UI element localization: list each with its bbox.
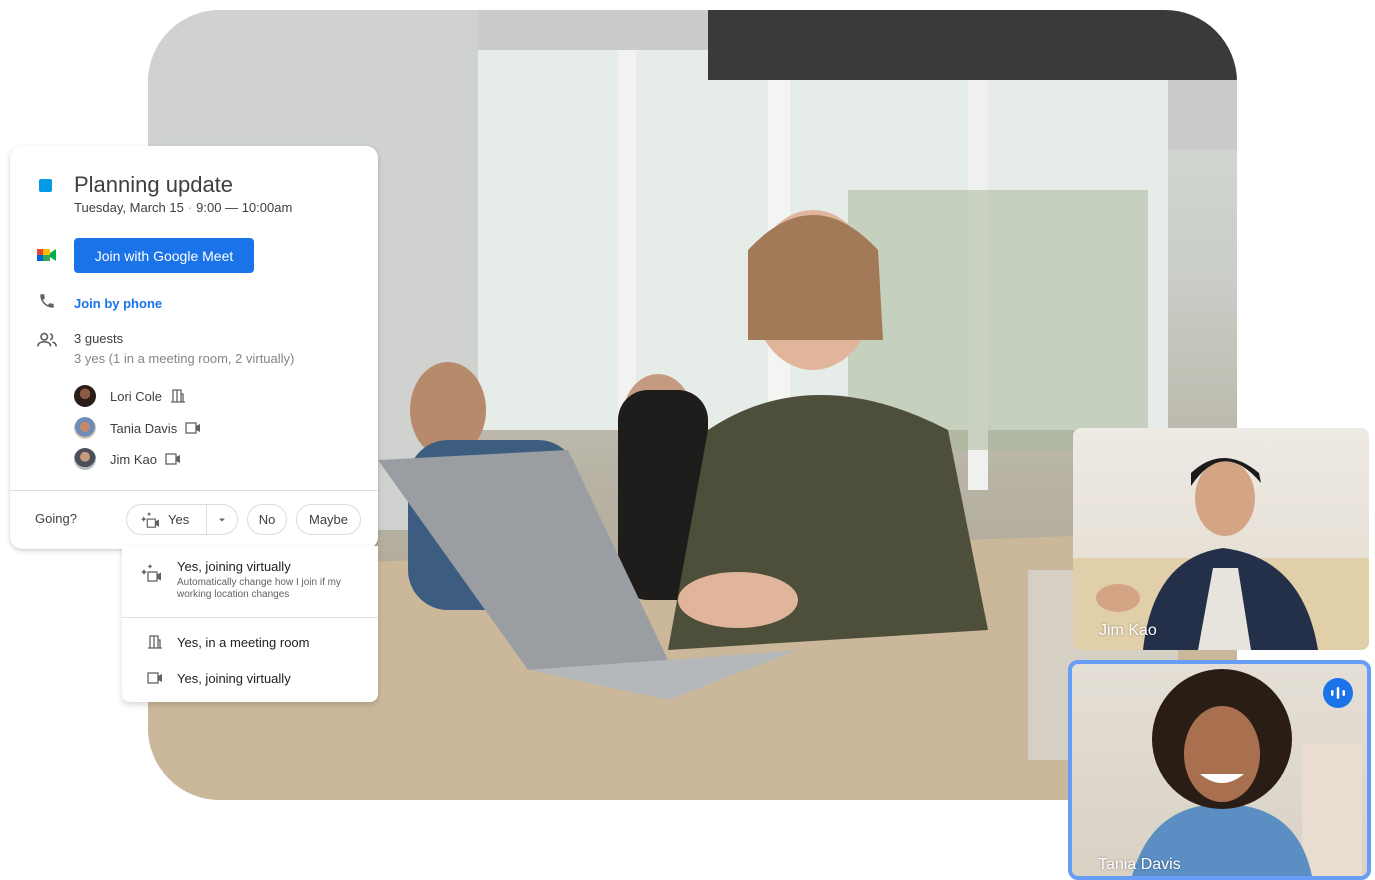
phone-icon xyxy=(40,294,54,308)
video-tile-jim-kao[interactable]: Jim Kao xyxy=(1073,428,1369,650)
guest-name: Tania Davis xyxy=(110,420,178,436)
menu-item-yes-meeting-room[interactable]: Yes, in a meeting room xyxy=(147,632,309,652)
divider xyxy=(10,490,378,491)
guest-name: Jim Kao xyxy=(110,451,157,467)
guest-item-lori-cole[interactable]: Lori Cole xyxy=(74,385,186,407)
menu-item-label: Yes, in a meeting room xyxy=(177,634,310,650)
separator-dot: · xyxy=(187,200,193,215)
audio-wave-icon xyxy=(1331,687,1345,699)
join-by-phone-link[interactable]: Join by phone xyxy=(74,296,162,311)
guest-name: Lori Cole xyxy=(110,388,163,404)
video-camera-icon xyxy=(165,453,180,465)
rsvp-options-dropdown[interactable] xyxy=(207,517,237,523)
event-title: Planning update xyxy=(74,172,234,197)
guest-item-jim-kao[interactable]: Jim Kao xyxy=(74,448,181,470)
hybrid-join-icon xyxy=(141,511,159,528)
menu-divider xyxy=(122,617,378,618)
menu-item-title: Yes, joining virtually xyxy=(177,559,291,574)
rsvp-yes-button[interactable]: Yes xyxy=(127,505,207,534)
guests-rsvp-summary: 3 yes (1 in a meeting room, 2 virtually) xyxy=(74,351,295,366)
participant-name: Jim Kao xyxy=(1099,622,1157,639)
rsvp-yes-label: Yes xyxy=(168,512,190,527)
meeting-room-icon xyxy=(148,635,162,649)
avatar xyxy=(74,448,96,470)
event-color-swatch xyxy=(39,179,52,192)
participant-name: Tania Davis xyxy=(1098,856,1181,873)
event-datetime: Tuesday, March 15 · 9:00 — 10:00am xyxy=(74,200,292,215)
guests-count: 3 guests xyxy=(74,331,124,346)
speaking-indicator-icon xyxy=(1323,678,1353,708)
participant-video xyxy=(1073,458,1369,650)
join-with-google-meet-button[interactable]: Join with Google Meet xyxy=(74,238,254,273)
menu-item-label: Yes, joining virtually xyxy=(177,670,291,686)
event-time: 9:00 — 10:00am xyxy=(196,200,293,215)
video-camera-icon xyxy=(147,672,162,684)
rsvp-maybe-button[interactable]: Maybe xyxy=(296,504,361,535)
google-meet-icon xyxy=(37,249,56,261)
video-tile-tania-davis[interactable]: Tania Davis xyxy=(1068,660,1371,880)
rsvp-yes-split-button: Yes xyxy=(126,504,238,535)
hybrid-join-icon xyxy=(141,564,161,582)
avatar xyxy=(74,385,96,407)
event-date: Tuesday, March 15 xyxy=(74,200,184,215)
guest-item-tania-davis[interactable]: Tania Davis xyxy=(74,417,201,439)
meeting-room-icon xyxy=(171,389,186,403)
video-camera-icon xyxy=(185,422,201,434)
menu-item-description: Automatically change how I join if my wo… xyxy=(177,577,341,600)
going-label: Going? xyxy=(35,511,77,526)
avatar xyxy=(74,417,96,439)
menu-item-yes-joining-virtually[interactable]: Yes, joining virtually xyxy=(147,668,291,688)
rsvp-no-button[interactable]: No xyxy=(247,504,287,535)
rsvp-options-menu: Yes, joining virtually Automatically cha… xyxy=(122,546,378,702)
caret-down-icon xyxy=(219,518,225,521)
event-details-card: Planning update Tuesday, March 15 · 9:00 —… xyxy=(10,146,378,549)
guests-icon xyxy=(37,332,57,347)
